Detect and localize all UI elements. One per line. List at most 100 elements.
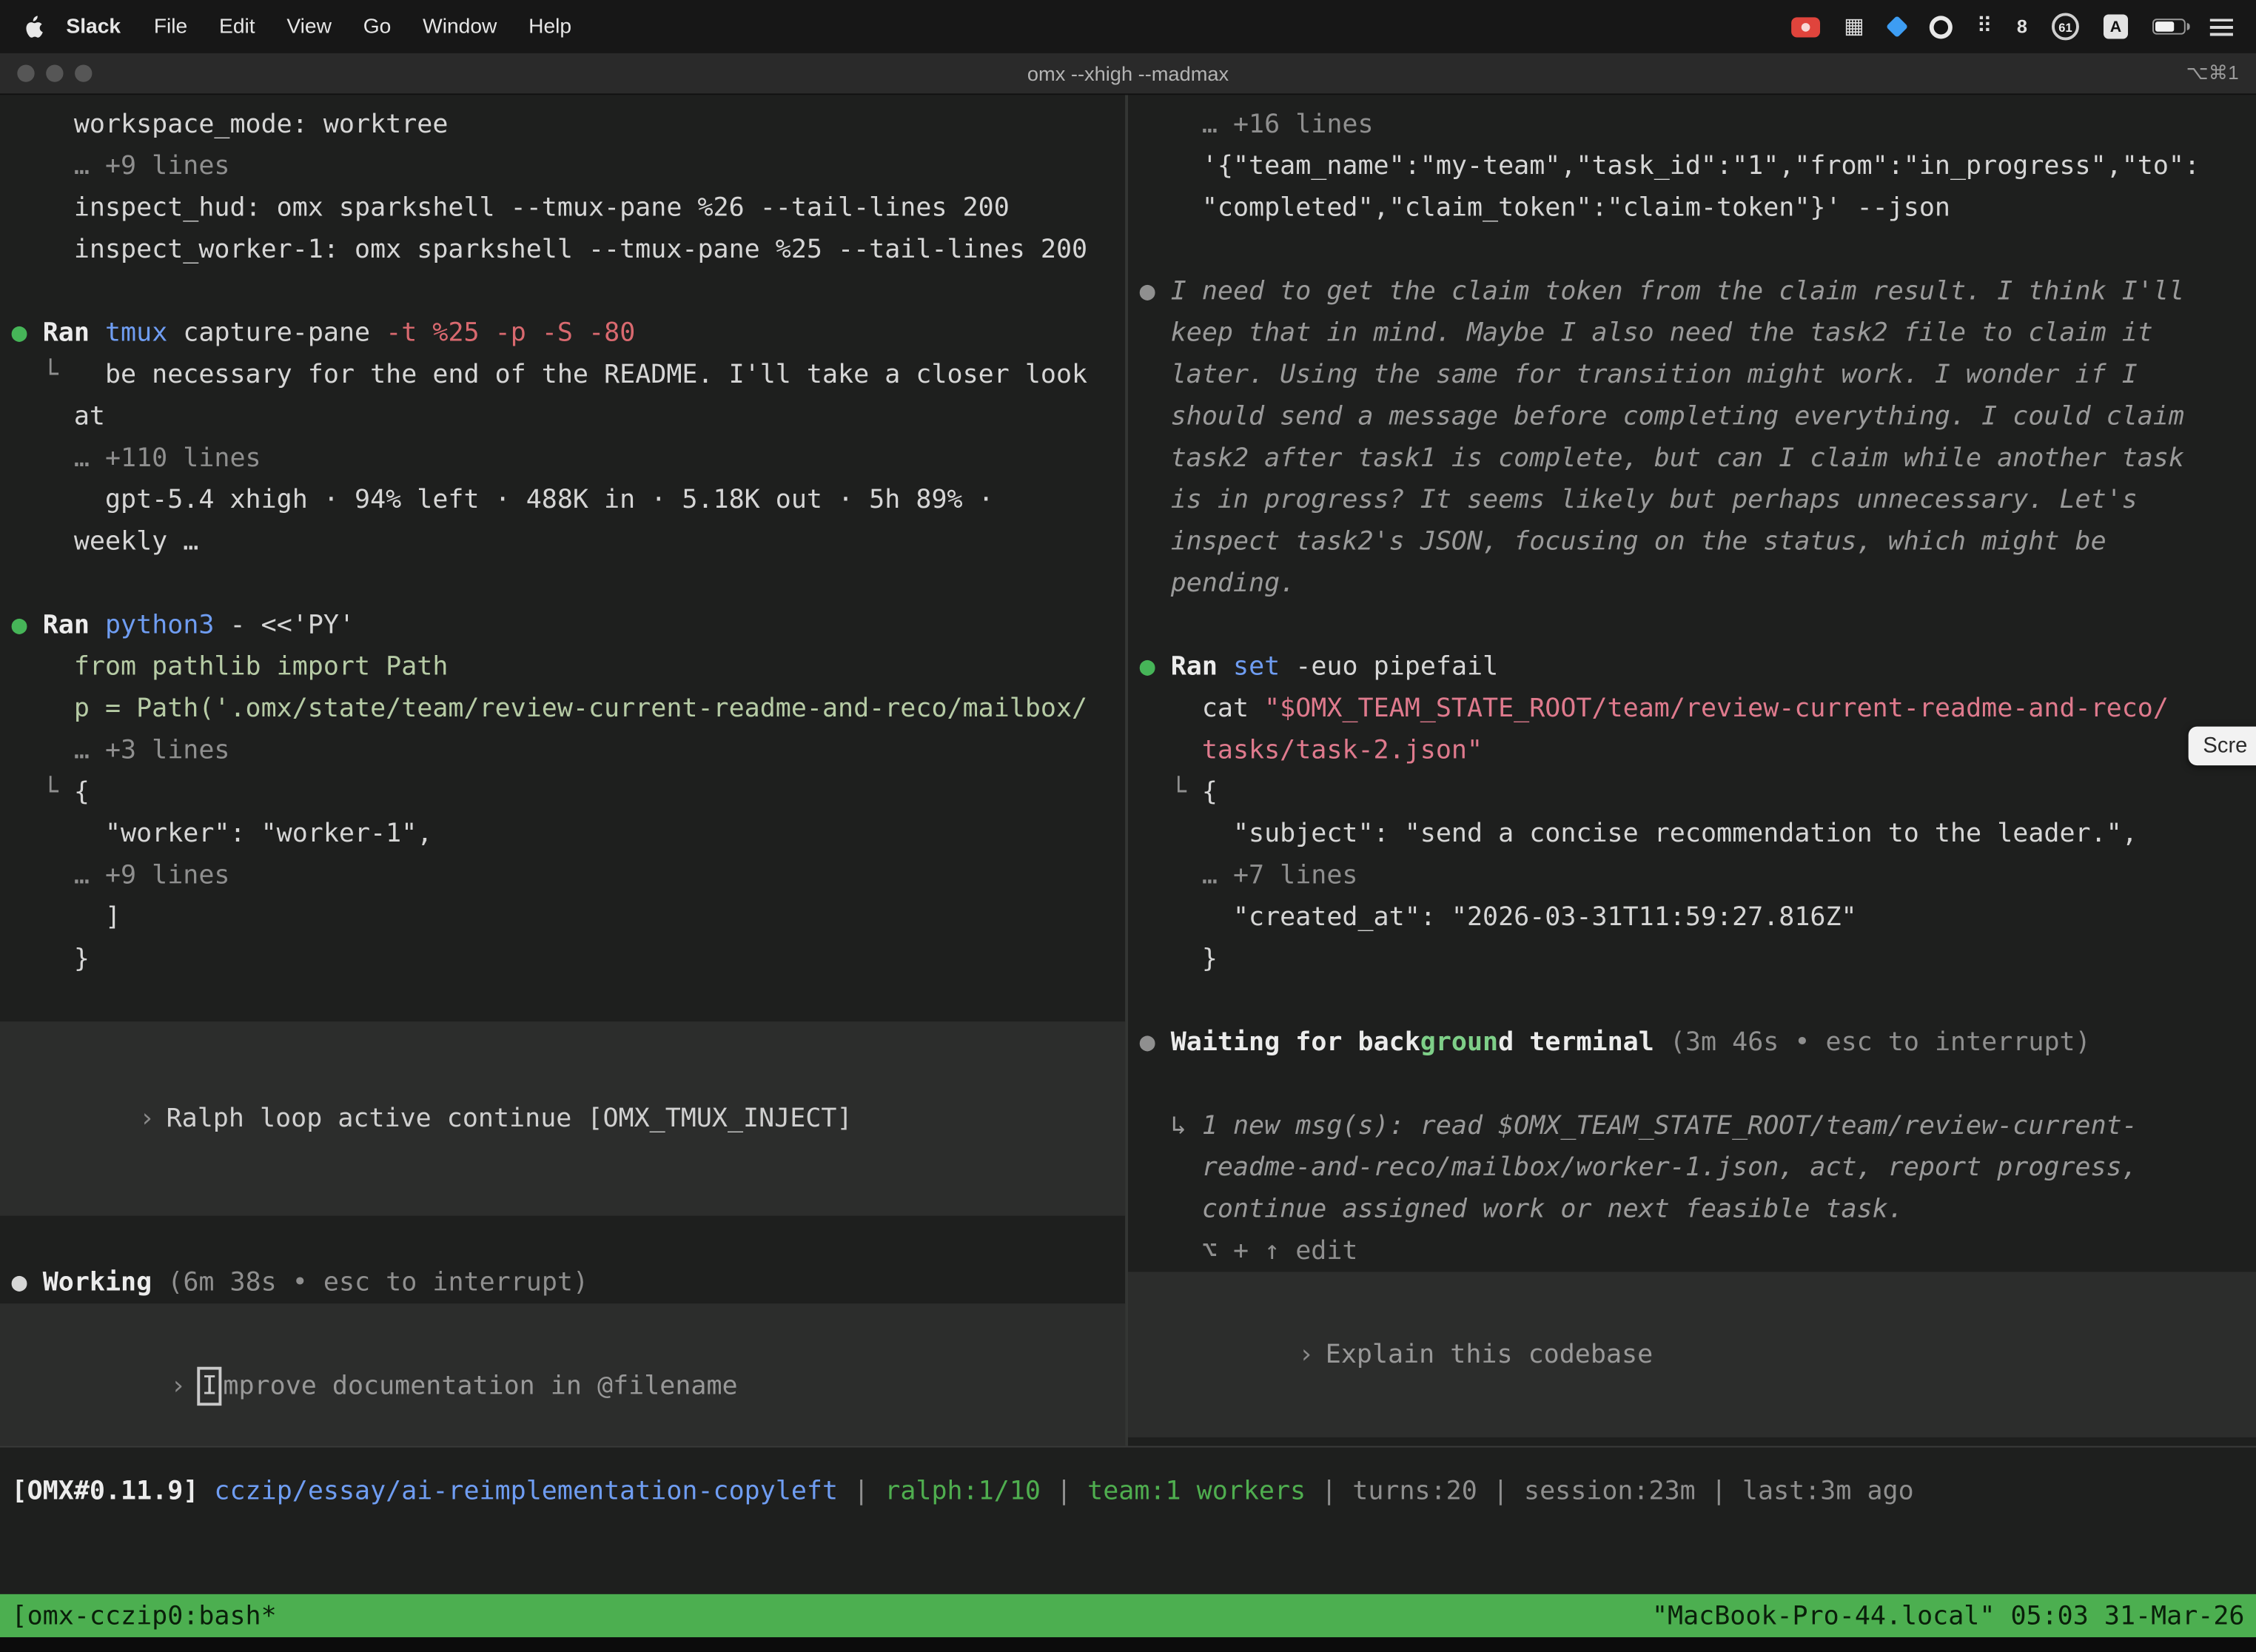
menu-file[interactable]: File: [154, 15, 187, 38]
terminal-line: [1128, 229, 2256, 270]
tmux-session-label: [omx-cczip0:bash*: [12, 1601, 277, 1631]
terminal-line: p = Path('.omx/state/team/review-current…: [0, 688, 1125, 729]
left-pane-output: workspace_mode: worktree … +9 lines insp…: [0, 104, 1125, 980]
terminal-line: inspect_hud: omx sparkshell --tmux-pane …: [0, 187, 1125, 229]
terminal-line: ↳ 1 new msg(s): read $OMX_TEAM_STATE_ROO…: [1128, 1105, 2256, 1146]
terminal-line: }: [1128, 938, 2256, 979]
menu-app-name[interactable]: Slack: [66, 15, 121, 38]
terminal-line: [1128, 980, 2256, 1021]
terminal-line: "worker": "worker-1",: [0, 813, 1125, 854]
terminal-line: keep that in mind. Maybe I also need the…: [1128, 312, 2256, 354]
omx-status-line: [OMX#0.11.9] cczip/essay/ai-reimplementa…: [0, 1471, 2256, 1512]
prompt-input-right[interactable]: › Explain this codebase: [1128, 1272, 2256, 1437]
terminal-line: inspect_worker-1: omx sparkshell --tmux-…: [0, 229, 1125, 270]
terminal-line: └ {: [1128, 771, 2256, 813]
terminal-line: inspect task2's JSON, focusing on the st…: [1128, 521, 2256, 563]
terminal-line: ⌥ + ↑ edit: [1128, 1230, 2256, 1272]
terminal-line: [0, 270, 1125, 312]
tmux-host-clock: "MacBook-Pro-44.local" 05:03 31-Mar-26: [1652, 1601, 2245, 1631]
terminal-line: "subject": "send a concise recommendatio…: [1128, 813, 2256, 854]
terminal-line: [1128, 604, 2256, 645]
terminal-line: … +3 lines: [0, 730, 1125, 771]
screen-recording-icon[interactable]: [1790, 16, 1819, 36]
terminal-line: "created_at": "2026-03-31T11:59:27.816Z": [1128, 896, 2256, 938]
battery-percentage-ring[interactable]: 61: [2052, 13, 2079, 40]
terminal-line: "completed","claim_token":"claim-token"}…: [1128, 187, 2256, 229]
battery-fill: [2155, 21, 2173, 32]
terminal-line: workspace_mode: worktree: [0, 104, 1125, 145]
terminal-line: should send a message before completing …: [1128, 396, 2256, 437]
prompt-input-left[interactable]: › Improve documentation in @filename: [0, 1303, 1125, 1446]
terminal-line: later. Using the same for transition mig…: [1128, 354, 2256, 395]
menu-bar-status-icons: ▦ ⠿ 8 61 A: [1790, 13, 2233, 40]
terminal-line: ● I need to get the claim token from the…: [1128, 270, 2256, 312]
menu-go[interactable]: Go: [363, 15, 392, 38]
apple-menu-icon[interactable]: [23, 15, 43, 38]
terminal-line: ● Ran set -euo pipefail: [1128, 646, 2256, 688]
terminal-line: weekly …: [0, 521, 1125, 563]
window-title: omx --xhigh --madmax: [0, 62, 2256, 85]
screenshot-tooltip: Scre: [2189, 727, 2256, 765]
terminal-line: readme-and-reco/mailbox/worker-1.json, a…: [1128, 1146, 2256, 1188]
window-shortcut-badge: ⌥⌘1: [2186, 62, 2239, 85]
terminal-line: pending.: [1128, 563, 2256, 604]
terminal-line: ● Ran tmux capture-pane -t %25 -p -S -80: [0, 312, 1125, 354]
left-terminal-pane[interactable]: workspace_mode: worktree … +9 lines insp…: [0, 95, 1128, 1446]
omx-status-bar: [OMX#0.11.9] cczip/essay/ai-reimplementa…: [0, 1446, 2256, 1594]
screen: Slack File Edit View Go Window Help ▦ ⠿ …: [0, 0, 2256, 1652]
text-cursor: I: [198, 1367, 222, 1406]
right-pane-output: … +16 lines '{"team_name":"my-team","tas…: [1128, 104, 2256, 1272]
terminal-line: … +9 lines: [0, 855, 1125, 896]
menu-view[interactable]: View: [286, 15, 332, 38]
input-source-icon[interactable]: A: [2104, 14, 2128, 38]
window-title-bar[interactable]: omx --xhigh --madmax ⌥⌘1: [0, 53, 2256, 95]
ralph-loop-banner: › Ralph loop active continue [OMX_TMUX_IN…: [0, 1021, 1125, 1215]
terminal-line: at: [0, 396, 1125, 437]
prompt-placeholder: mprove documentation in @filename: [223, 1371, 737, 1402]
terminal-line: ]: [0, 896, 1125, 938]
tmux-status-bar: [omx-cczip0:bash* "MacBook-Pro-44.local"…: [0, 1594, 2256, 1637]
macos-menu-bar: Slack File Edit View Go Window Help ▦ ⠿ …: [0, 0, 2256, 53]
app-circle-icon[interactable]: [1929, 15, 1952, 38]
terminal-line: └ {: [0, 771, 1125, 813]
terminal-line: └ be necessary for the end of the README…: [0, 354, 1125, 395]
screen-bottom-strip: [0, 1637, 2256, 1651]
terminal-line: cat "$OMX_TEAM_STATE_ROOT/team/review-cu…: [1128, 688, 2256, 729]
chevron-icon: ›: [170, 1371, 186, 1402]
terminal-line: }: [0, 938, 1125, 979]
menu-edit[interactable]: Edit: [219, 15, 255, 38]
terminal-line: … +110 lines: [0, 437, 1125, 479]
terminal-line: '{"team_name":"my-team","task_id":"1","f…: [1128, 145, 2256, 187]
terminal-line: ● Ran python3 - <<'PY': [0, 604, 1125, 645]
battery-ring-value: 61: [2058, 19, 2072, 33]
terminal-line: … +16 lines: [1128, 104, 2256, 145]
menu-lines-icon[interactable]: [2210, 18, 2233, 35]
terminal-line: continue assigned work or next feasible …: [1128, 1189, 2256, 1230]
terminal-line: from pathlib import Path: [0, 646, 1125, 688]
terminal-line: ● Working (6m 38s • esc to interrupt): [0, 1262, 1125, 1303]
terminal-line: [OMX#0.11.9] cczip/essay/ai-reimplementa…: [0, 1471, 2256, 1512]
ralph-loop-text: Ralph loop active continue [OMX_TMUX_INJ…: [167, 1104, 853, 1134]
figure8-icon[interactable]: 8: [2017, 16, 2027, 37]
terminal-line: [1128, 1064, 2256, 1105]
prompt-placeholder: Explain this codebase: [1326, 1340, 1653, 1370]
chevron-icon: ›: [1298, 1340, 1314, 1370]
menu-window[interactable]: Window: [423, 15, 497, 38]
battery-icon[interactable]: [2152, 19, 2186, 34]
terminal-line: tasks/task-2.json": [1128, 730, 2256, 771]
working-status: ● Working (6m 38s • esc to interrupt): [0, 1262, 1125, 1303]
terminal-line: [0, 563, 1125, 604]
terminal-line: … +9 lines: [0, 145, 1125, 187]
terminal-line: … +7 lines: [1128, 855, 2256, 896]
terminal-line: ● Waiting for background terminal (3m 46…: [1128, 1021, 2256, 1063]
terminal-area: workspace_mode: worktree … +9 lines insp…: [0, 95, 2256, 1446]
terminal-line: is in progress? It seems likely but perh…: [1128, 479, 2256, 520]
right-terminal-pane[interactable]: … +16 lines '{"team_name":"my-team","tas…: [1128, 95, 2256, 1446]
terminal-line: task2 after task1 is complete, but can I…: [1128, 437, 2256, 479]
table-icon[interactable]: ▦: [1844, 16, 1864, 37]
terminal-line: gpt-5.4 xhigh · 94% left · 488K in · 5.1…: [0, 479, 1125, 520]
chevron-icon: ›: [139, 1104, 155, 1134]
dropbox-icon[interactable]: [1885, 16, 1907, 38]
apps-grid-icon[interactable]: ⠿: [1976, 16, 1992, 37]
menu-help[interactable]: Help: [528, 15, 571, 38]
